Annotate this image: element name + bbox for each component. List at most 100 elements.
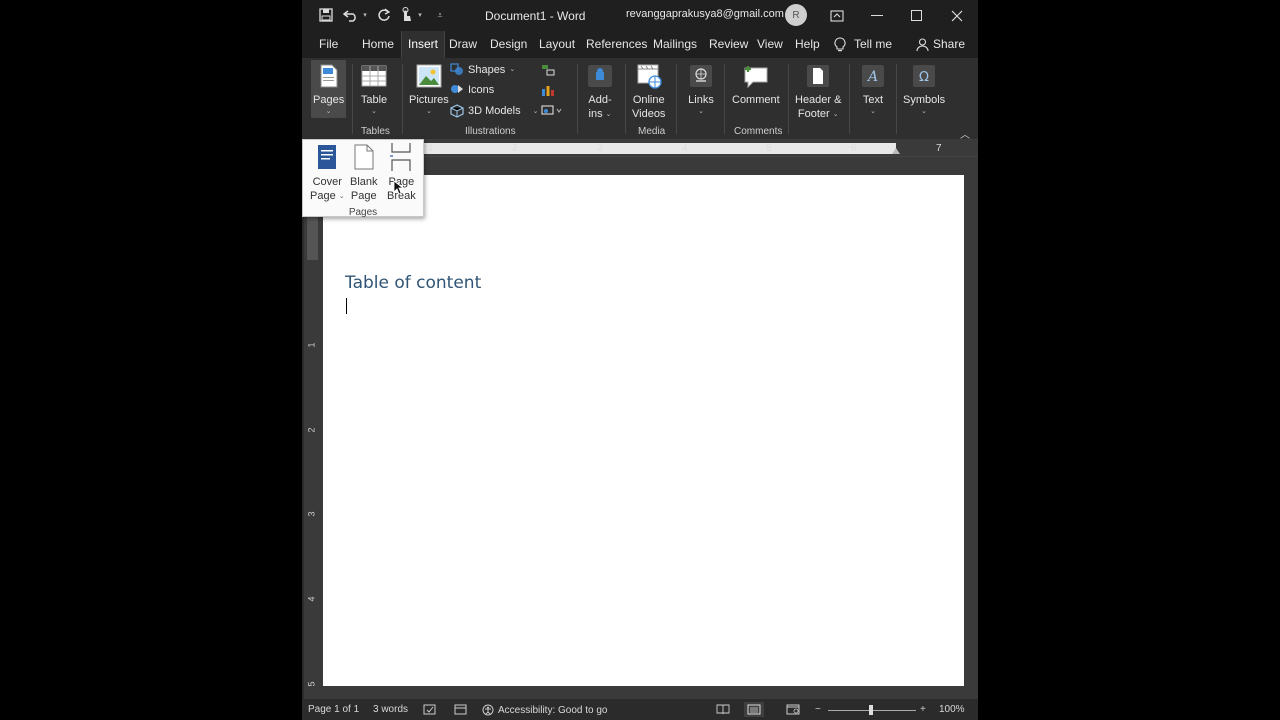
title-bar: ▾ ▾ ⩡ Document1 - Word revanggaprakusya8…: [302, 0, 978, 31]
customize-qat-icon[interactable]: ⩡: [434, 6, 446, 24]
web-layout-icon[interactable]: [786, 704, 800, 715]
lightbulb-icon: [834, 37, 846, 52]
comment-button[interactable]: Comment: [732, 62, 780, 107]
person-icon: [916, 38, 929, 51]
zoom-out-button[interactable]: −: [815, 704, 821, 715]
ribbon-display-icon[interactable]: [817, 0, 857, 31]
ruler-number: 5: [766, 143, 772, 154]
document-page[interactable]: Table of content: [323, 175, 964, 686]
undo-icon[interactable]: [342, 6, 360, 24]
pictures-label: Pictures: [409, 94, 449, 106]
macro-recording-icon[interactable]: [454, 704, 467, 715]
page-count[interactable]: Page 1 of 1: [308, 704, 359, 715]
icons-button[interactable]: Icons: [450, 83, 494, 96]
group-separator: [896, 64, 897, 134]
table-dropdown-icon: ⌄: [371, 108, 377, 115]
media-group-label: Media: [638, 126, 666, 137]
print-layout-icon[interactable]: [744, 702, 764, 717]
collapse-ribbon-icon[interactable]: ︿: [960, 126, 970, 141]
user-email[interactable]: revanggaprakusya8@gmail.com: [626, 8, 784, 20]
accessibility-status[interactable]: Accessibility: Good to go: [482, 704, 608, 716]
zoom-slider-thumb[interactable]: [869, 705, 873, 715]
text-dropdown-icon: ⌄: [870, 108, 876, 115]
pages-dropdown-icon: ⌄: [325, 108, 332, 115]
vruler-number: 3: [306, 511, 317, 517]
word-count[interactable]: 3 words: [373, 704, 408, 715]
group-separator: [849, 64, 850, 134]
tab-file[interactable]: File: [319, 31, 338, 58]
read-mode-icon[interactable]: [716, 704, 730, 715]
header-footer-label-line1: Header &: [795, 94, 842, 106]
zoom-in-button[interactable]: +: [920, 704, 926, 715]
comment-label: Comment: [732, 94, 780, 106]
tab-draw[interactable]: Draw: [449, 31, 477, 58]
pages-group-label: Pages: [348, 207, 378, 218]
illustrations-group-label: Illustrations: [465, 126, 516, 137]
pages-button[interactable]: Pages ⌄: [311, 60, 347, 118]
screenshot-icon[interactable]: [541, 104, 563, 116]
blank-page-button[interactable]: Blank Page: [350, 142, 378, 203]
tab-insert[interactable]: Insert: [401, 31, 446, 58]
group-separator: [676, 64, 677, 134]
minimize-button[interactable]: [857, 0, 897, 31]
tab-home[interactable]: Home: [362, 31, 394, 58]
text-cursor: [346, 298, 347, 314]
redo-icon[interactable]: [375, 6, 393, 24]
cover-page-label-line2: Page: [310, 190, 336, 202]
ruler-number: 1: [428, 143, 434, 154]
cube-icon: [450, 104, 464, 118]
zoom-level[interactable]: 100%: [939, 704, 965, 715]
group-separator: [577, 64, 578, 134]
avatar[interactable]: R: [785, 4, 807, 26]
close-button[interactable]: [937, 0, 977, 31]
symbols-button[interactable]: Ω Symbols ⌄: [903, 62, 945, 116]
shapes-dropdown-icon: ⌄: [509, 66, 516, 73]
group-separator: [724, 64, 725, 134]
right-indent-marker[interactable]: [892, 148, 900, 154]
links-label: Links: [688, 94, 714, 106]
group-separator: [402, 64, 403, 134]
tab-references[interactable]: References: [586, 31, 647, 58]
group-separator: [788, 64, 789, 134]
tab-design[interactable]: Design: [490, 31, 527, 58]
document-canvas[interactable]: Table of content: [321, 157, 978, 699]
proofing-icon[interactable]: [423, 704, 436, 715]
cover-page-button[interactable]: Cover Page ⌄: [310, 142, 345, 203]
tab-help[interactable]: Help: [795, 31, 820, 58]
chart-icon[interactable]: [541, 84, 555, 96]
vertical-ruler[interactable]: 1 2 3 4 5: [304, 157, 321, 699]
svg-text:A: A: [866, 69, 878, 85]
online-videos-button[interactable]: Online Videos: [632, 62, 665, 121]
maximize-button[interactable]: [897, 0, 937, 31]
tab-view[interactable]: View: [757, 31, 783, 58]
ribbon-tabs: File Home Insert Draw Design Layout Refe…: [302, 31, 978, 58]
pages-icon: [315, 62, 343, 90]
pages-label: Pages: [313, 94, 345, 106]
touch-mode-icon[interactable]: [397, 6, 415, 24]
table-button[interactable]: Table ⌄: [360, 62, 388, 116]
save-icon[interactable]: [317, 6, 335, 24]
tab-review[interactable]: Review: [709, 31, 748, 58]
pictures-dropdown-icon: ⌄: [425, 108, 432, 115]
tab-layout[interactable]: Layout: [539, 31, 575, 58]
group-separator: [352, 64, 353, 134]
text-button[interactable]: A Text ⌄: [859, 62, 887, 116]
header-footer-button[interactable]: Header & Footer ⌄: [795, 62, 841, 121]
undo-dropdown-icon[interactable]: ▾: [360, 6, 370, 24]
3d-models-button[interactable]: 3D Models ⌄: [450, 104, 538, 118]
pictures-button[interactable]: Pictures ⌄: [409, 62, 449, 116]
cover-page-icon: [314, 142, 340, 172]
add-ins-button[interactable]: Add- ins ⌄: [586, 62, 614, 121]
tab-mailings[interactable]: Mailings: [653, 31, 697, 58]
touch-dropdown-icon[interactable]: ▾: [415, 6, 425, 24]
table-icon: [360, 62, 388, 90]
status-bar: Page 1 of 1 3 words Accessibility: Good …: [302, 700, 978, 720]
shapes-button[interactable]: Shapes ⌄: [450, 63, 515, 76]
group-separator: [625, 64, 626, 134]
tell-me-search[interactable]: Tell me: [834, 31, 892, 58]
share-button[interactable]: Share: [916, 31, 965, 58]
links-button[interactable]: Links ⌄: [687, 62, 715, 116]
document-heading[interactable]: Table of content: [345, 273, 481, 293]
smartart-icon[interactable]: [541, 64, 555, 76]
accessibility-icon: [482, 704, 494, 716]
